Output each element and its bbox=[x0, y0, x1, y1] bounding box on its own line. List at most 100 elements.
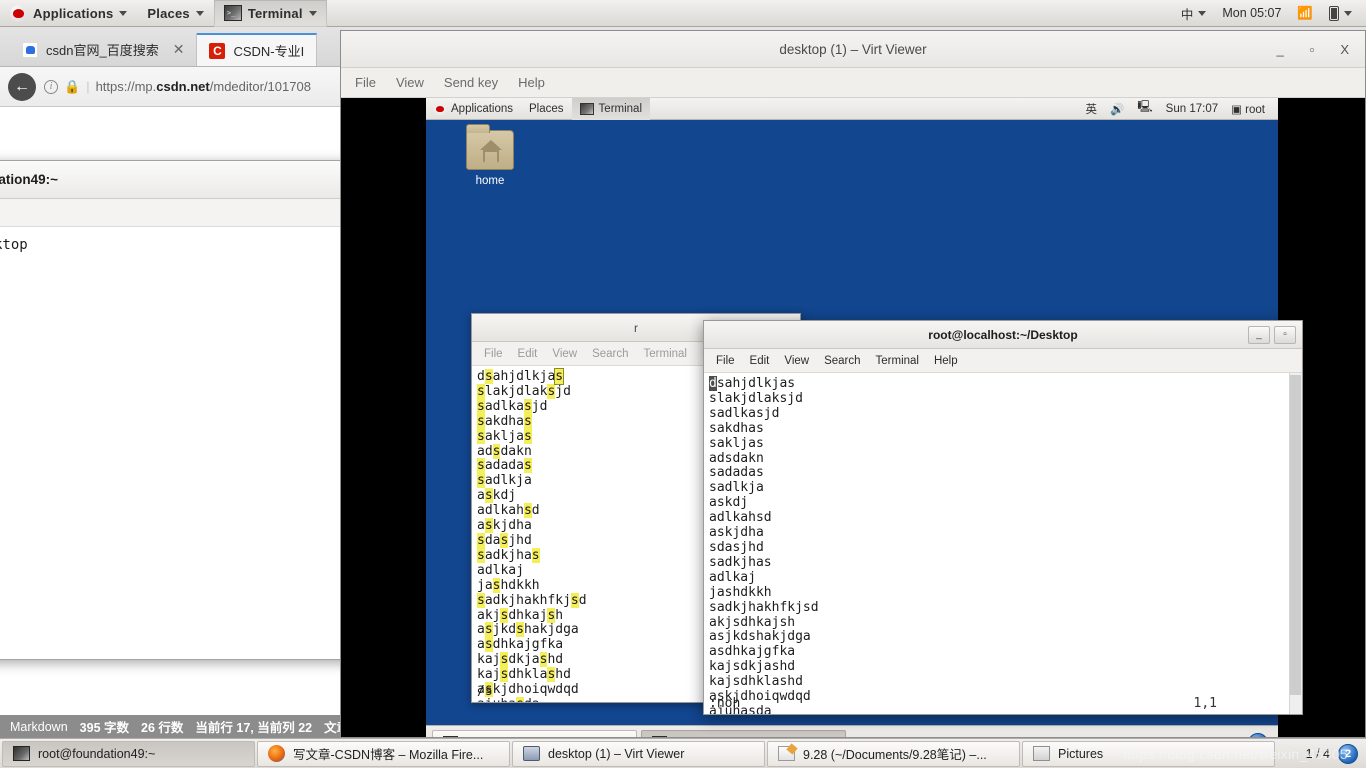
virt-viewer-menubar: File View Send key Help bbox=[341, 68, 1365, 98]
applications-label: Applications bbox=[33, 5, 114, 21]
guest-terminal-fg-titlebar[interactable]: root@localhost:~/Desktop _ ▫ bbox=[704, 321, 1302, 349]
input-method-indicator[interactable]: 中 bbox=[1175, 0, 1213, 27]
menu-view[interactable]: View bbox=[396, 75, 424, 90]
chevron-down-icon bbox=[308, 10, 317, 16]
menu-search[interactable]: Search bbox=[592, 348, 628, 360]
scrollbar-thumb[interactable] bbox=[1290, 375, 1301, 695]
guest-input-method-indicator[interactable]: 英 bbox=[1081, 101, 1103, 117]
menu-file[interactable]: File bbox=[484, 348, 503, 360]
guest-workspace-count: 1 / 4 bbox=[1218, 737, 1240, 738]
firefox-tab-label: csdn官网_百度搜索 bbox=[46, 43, 159, 58]
maximize-button[interactable]: ▫ bbox=[1274, 325, 1296, 344]
status-lines: 26 行数 bbox=[141, 721, 184, 735]
status-format: Markdown bbox=[10, 719, 68, 734]
desktop-icon-home[interactable]: home bbox=[451, 124, 529, 187]
guest-display[interactable]: Applications Places Terminal 英 🔊 🖳 Sun 1… bbox=[341, 98, 1365, 737]
volume-icon[interactable]: 🔊 bbox=[1105, 102, 1129, 116]
guest-clock[interactable]: Sun 17:07 bbox=[1161, 103, 1223, 115]
guest-user-menu[interactable]: ▣ root bbox=[1226, 102, 1270, 116]
maximize-button[interactable]: ▫ bbox=[1310, 42, 1315, 57]
menu-view[interactable]: View bbox=[784, 355, 809, 367]
gedit-icon bbox=[778, 746, 795, 761]
host-workspace-badge[interactable]: 2 bbox=[1338, 743, 1358, 764]
guest-terminal-window-foreground[interactable]: root@localhost:~/Desktop _ ▫ File Edit V… bbox=[703, 320, 1303, 715]
terminal-text-line: jashdkkh bbox=[709, 584, 772, 600]
terminal-text-line: askdj bbox=[709, 495, 749, 511]
menu-send-key[interactable]: Send key bbox=[444, 75, 498, 90]
terminal-text-line: sadkjhas bbox=[709, 554, 772, 570]
guest-workspace-badge[interactable]: 1 bbox=[1248, 732, 1268, 737]
menu-view[interactable]: View bbox=[552, 348, 577, 360]
host-taskbar-button-0[interactable]: root@foundation49:~ bbox=[2, 740, 255, 767]
home-glyph-icon bbox=[483, 150, 499, 162]
close-icon[interactable]: ✕ bbox=[173, 41, 185, 58]
terminal-text-line: askjdha bbox=[709, 525, 764, 541]
host-taskbar-button-1[interactable]: 写文章-CSDN博客 – Mozilla Fire... bbox=[257, 740, 510, 767]
redhat-logo-icon bbox=[10, 4, 27, 22]
wifi-icon[interactable]: 📶 bbox=[1291, 0, 1319, 27]
terminal-text-line: dsahjdlkjas bbox=[709, 376, 796, 391]
host-taskbar-button-4[interactable]: Pictures bbox=[1022, 740, 1275, 767]
firefox-tab-1[interactable]: C CSDN-专业I bbox=[197, 33, 318, 66]
scrollbar-track[interactable] bbox=[1289, 373, 1302, 714]
chevron-down-icon bbox=[119, 10, 128, 16]
menu-edit[interactable]: Edit bbox=[518, 348, 538, 360]
guest-taskbar-button-1[interactable]: root@localhost:~/Desktop bbox=[641, 729, 846, 737]
host-taskbar-label: Pictures bbox=[1058, 746, 1104, 761]
firefox-tab-0[interactable]: csdn官网_百度搜索 ✕ bbox=[10, 33, 198, 66]
folder-icon bbox=[466, 124, 514, 170]
host-taskbar-button-2[interactable]: desktop (1) – Virt Viewer bbox=[512, 740, 765, 767]
terminal-window-menu[interactable]: >_ Terminal bbox=[213, 0, 327, 27]
guest-terminal-fg-title: root@localhost:~/Desktop bbox=[928, 327, 1078, 342]
terminal-text-line: sadadas bbox=[709, 465, 764, 481]
battery-icon[interactable] bbox=[1323, 0, 1358, 27]
minimize-button[interactable]: _ bbox=[1248, 325, 1270, 344]
guest-desktop-area[interactable]: home r File Edit View Search Terminal H bbox=[426, 120, 1303, 725]
terminal-icon bbox=[443, 736, 458, 737]
back-button[interactable]: ← bbox=[8, 72, 36, 101]
terminal-text-line: adlkahsd bbox=[709, 510, 772, 526]
menu-file[interactable]: File bbox=[716, 355, 735, 367]
virt-viewer-titlebar[interactable]: desktop (1) – Virt Viewer _ ▫ X bbox=[341, 31, 1365, 68]
display-icon[interactable]: 🖳 bbox=[1132, 99, 1157, 118]
applications-menu[interactable]: Applications bbox=[0, 0, 137, 27]
virt-viewer-title: desktop (1) – Virt Viewer bbox=[779, 41, 927, 57]
terminal-text-line: adlkaj bbox=[709, 569, 756, 585]
terminal-text-line: sadlkja bbox=[709, 480, 764, 496]
terminal-text-line: sadlkasjd bbox=[709, 405, 780, 421]
guest-applications-menu[interactable]: Applications bbox=[426, 98, 521, 120]
page-info-icon[interactable]: i bbox=[44, 79, 58, 94]
terminal-text-line: sdasjhd bbox=[709, 539, 764, 555]
minimize-button[interactable]: _ bbox=[1276, 42, 1283, 57]
menu-search[interactable]: Search bbox=[824, 355, 860, 367]
close-button[interactable]: X bbox=[1340, 42, 1349, 57]
host-clock[interactable]: Mon 05:07 bbox=[1216, 0, 1287, 27]
menu-help[interactable]: Help bbox=[518, 75, 545, 90]
host-taskbar-button-3[interactable]: 9.28 (~/Documents/9.28笔记) –... bbox=[767, 740, 1020, 767]
firefox-icon bbox=[268, 745, 285, 762]
guest-terminal-fg-body[interactable]: dsahjdlkjas slakjdlaksjd sadlkasjd sakdhas s… bbox=[704, 373, 1302, 714]
virt-viewer-icon bbox=[523, 746, 540, 761]
status-chars: 395 字数 bbox=[79, 721, 130, 735]
terminal-icon bbox=[13, 746, 30, 761]
vim-command-fg: :noh bbox=[709, 696, 741, 712]
host-terminal-title: ot@foundation49:~ bbox=[0, 172, 59, 187]
guest-terminal-window-button[interactable]: Terminal bbox=[571, 98, 651, 120]
guest-places-menu[interactable]: Places bbox=[521, 98, 572, 120]
lock-icon: 🔒 bbox=[64, 78, 81, 94]
menu-terminal[interactable]: Terminal bbox=[644, 348, 687, 360]
host-workspace-count: 1 / 4 bbox=[1305, 746, 1330, 761]
menu-edit[interactable]: Edit bbox=[750, 355, 770, 367]
places-menu[interactable]: Places bbox=[137, 0, 213, 27]
menu-file[interactable]: File bbox=[355, 75, 376, 90]
pictures-icon bbox=[1033, 746, 1050, 761]
guest-taskbar-button-0[interactable]: root@localhost:~/Desktop bbox=[432, 729, 637, 737]
terminal-icon bbox=[652, 736, 667, 737]
menu-terminal[interactable]: Terminal bbox=[876, 355, 919, 367]
terminal-text-line: asdhkajgfka bbox=[709, 644, 796, 660]
terminal-label: Terminal bbox=[247, 5, 303, 21]
chevron-down-icon bbox=[1198, 10, 1207, 16]
menu-help[interactable]: Help bbox=[934, 355, 958, 367]
terminal-text-line: adsdakn bbox=[709, 450, 764, 466]
host-taskbar-label: 9.28 (~/Documents/9.28笔记) –... bbox=[803, 748, 987, 762]
